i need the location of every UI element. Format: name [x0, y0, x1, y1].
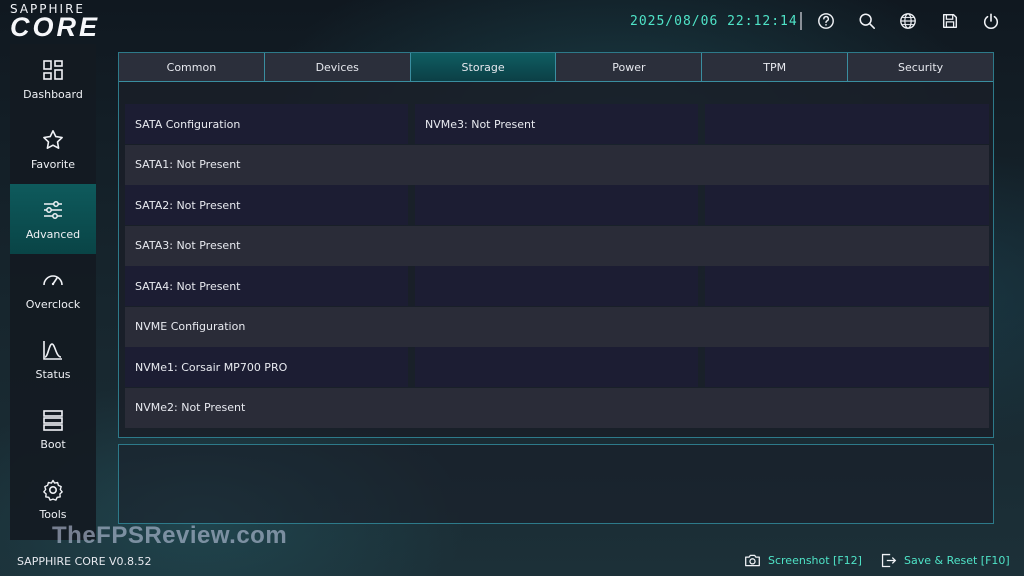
- sidebar-item-advanced[interactable]: Advanced: [10, 184, 96, 254]
- storage-grid: SATA Configuration NVMe3: Not Present SA…: [125, 104, 989, 429]
- nvme3-item[interactable]: NVMe3: Not Present: [415, 104, 698, 144]
- sidebar: Dashboard Favorite Advanced Overclock St…: [10, 44, 96, 540]
- grid-cell: [705, 266, 989, 306]
- boot-icon: [43, 409, 63, 431]
- grid-cell: [705, 306, 989, 347]
- sliders-icon: [44, 200, 62, 219]
- dashboard-icon: [43, 59, 63, 80]
- gauge-icon: [43, 274, 63, 285]
- table-row: SATA1: Not Present: [125, 144, 989, 185]
- tab-common[interactable]: Common: [119, 53, 265, 82]
- sata4-item[interactable]: SATA4: Not Present: [125, 266, 408, 306]
- power-icon[interactable]: [981, 11, 1001, 31]
- sidebar-item-label: Tools: [39, 507, 67, 521]
- grid-cell: [705, 347, 989, 387]
- watermark-text: TheFPSReview.com: [52, 522, 288, 549]
- table-row: NVMe1: Corsair MP700 PRO: [125, 347, 989, 387]
- table-row: NVME Configuration: [125, 306, 989, 347]
- sidebar-item-favorite[interactable]: Favorite: [10, 114, 96, 184]
- sidebar-item-label: Favorite: [31, 157, 75, 171]
- top-bar: SAPPHIRE CORE 2025/08/06 22:12:14: [0, 0, 1024, 44]
- save-reset-label: Save & Reset [F10]: [904, 553, 1010, 567]
- search-icon[interactable]: [857, 11, 877, 31]
- globe-icon[interactable]: [898, 11, 918, 31]
- grid-cell: [415, 306, 705, 347]
- grid-cell: [415, 225, 705, 266]
- tab-storage[interactable]: Storage: [410, 53, 557, 82]
- grid-cell: [415, 185, 698, 225]
- sidebar-item-boot[interactable]: Boot: [10, 394, 96, 464]
- sidebar-item-overclock[interactable]: Overclock: [10, 254, 96, 324]
- sidebar-item-label: Dashboard: [23, 87, 83, 101]
- chart-icon: [43, 340, 62, 360]
- sidebar-item-dashboard[interactable]: Dashboard: [10, 44, 96, 114]
- table-row: NVMe2: Not Present: [125, 387, 989, 428]
- sapphire-core-logo: SAPPHIRE CORE: [10, 2, 120, 42]
- tab-bar: Common Devices Storage Power TPM Securit…: [119, 53, 993, 82]
- description-panel: [118, 444, 994, 524]
- tab-devices[interactable]: Devices: [264, 53, 411, 82]
- nvme-configuration-item[interactable]: NVME Configuration: [125, 306, 415, 347]
- top-divider: [800, 12, 802, 30]
- sata2-item[interactable]: SATA2: Not Present: [125, 185, 408, 225]
- table-row: SATA3: Not Present: [125, 225, 989, 266]
- grid-cell: [705, 144, 989, 185]
- nvme2-item[interactable]: NVMe2: Not Present: [125, 387, 415, 428]
- main-panel: Common Devices Storage Power TPM Securit…: [118, 52, 994, 438]
- grid-cell: [415, 144, 705, 185]
- star-icon: [43, 129, 63, 149]
- tab-tpm[interactable]: TPM: [702, 53, 849, 82]
- sata-configuration-item[interactable]: SATA Configuration: [125, 104, 408, 144]
- save-icon[interactable]: [940, 11, 960, 31]
- logo-brand-main: CORE: [10, 12, 101, 42]
- sidebar-item-label: Overclock: [25, 297, 81, 311]
- screenshot-button[interactable]: Screenshot [F12]: [744, 550, 862, 570]
- sata1-item[interactable]: SATA1: Not Present: [125, 144, 415, 185]
- grid-cell: [415, 266, 698, 306]
- help-icon[interactable]: [816, 11, 836, 31]
- screenshot-label: Screenshot [F12]: [768, 553, 862, 567]
- grid-cell: [705, 225, 989, 266]
- table-row: SATA2: Not Present: [125, 185, 989, 225]
- sidebar-item-status[interactable]: Status: [10, 324, 96, 394]
- camera-icon: [745, 554, 760, 566]
- tab-power[interactable]: Power: [556, 53, 703, 82]
- grid-cell: [705, 185, 989, 225]
- sidebar-item-label: Advanced: [25, 227, 81, 241]
- exit-icon: [881, 553, 897, 567]
- grid-cell: [705, 387, 989, 428]
- sidebar-item-label: Status: [35, 367, 71, 381]
- grid-cell: [415, 347, 698, 387]
- version-label: SAPPHIRE CORE V0.8.52: [17, 555, 152, 568]
- save-reset-button[interactable]: Save & Reset [F10]: [880, 550, 1010, 570]
- grid-cell: [415, 387, 705, 428]
- sidebar-item-label: Boot: [40, 437, 66, 451]
- table-row: SATA4: Not Present: [125, 266, 989, 306]
- sata3-item[interactable]: SATA3: Not Present: [125, 225, 415, 266]
- tab-security[interactable]: Security: [848, 53, 993, 82]
- nvme1-item[interactable]: NVMe1: Corsair MP700 PRO: [125, 347, 408, 387]
- datetime-display: 2025/08/06 22:12:14: [630, 14, 798, 29]
- gear-icon: [43, 479, 63, 501]
- table-row: SATA Configuration NVMe3: Not Present: [125, 104, 989, 144]
- grid-cell: [705, 104, 989, 144]
